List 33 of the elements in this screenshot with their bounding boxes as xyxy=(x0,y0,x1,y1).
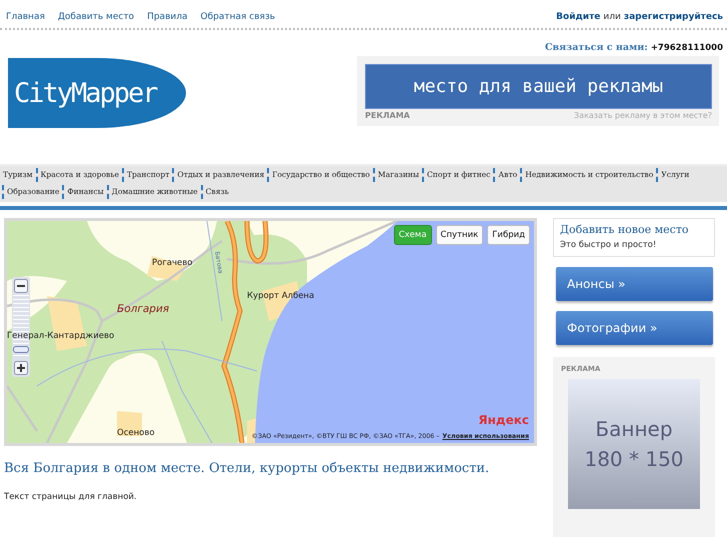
zoom-in-icon[interactable] xyxy=(14,361,28,375)
or-text: или xyxy=(603,12,621,22)
banner-text: 180 * 150 xyxy=(584,447,684,471)
zoom-slider-thumb[interactable] xyxy=(13,346,29,353)
place-label: Курорт Албена xyxy=(247,291,314,301)
add-place-subtitle: Это быстро и просто! xyxy=(560,240,658,250)
map-brand-logo: Яндекс xyxy=(478,413,529,427)
sidebar-button[interactable]: Фотографии » xyxy=(556,311,713,345)
add-place-title[interactable]: Добавить новое место xyxy=(560,223,708,236)
ad-label: РЕКЛАМА xyxy=(365,111,410,120)
nav-link[interactable]: Правила xyxy=(147,12,188,22)
place-label: Осеново xyxy=(117,428,155,438)
zoom-out-icon[interactable] xyxy=(14,279,28,293)
register-link[interactable]: зарегистрируйтесь xyxy=(624,12,723,22)
sidebar-button[interactable]: Анонсы » xyxy=(556,267,713,301)
nav-link[interactable]: Главная xyxy=(6,12,45,22)
place-label: Рогачево xyxy=(152,258,192,268)
map-mode-tab[interactable]: Гибрид xyxy=(487,225,530,245)
login-link[interactable]: Войдите xyxy=(556,12,600,22)
place-label: Генерал-Кантарджиево xyxy=(7,331,114,341)
add-place-card[interactable]: Добавить новое место Это быстро и просто! xyxy=(553,218,715,257)
phone-number: +79628111000 xyxy=(650,43,723,53)
nav-link[interactable]: Добавить место xyxy=(58,12,134,22)
page-text: Текст страницы для главной. xyxy=(4,492,138,502)
contact-label: Связаться с нами: xyxy=(544,42,648,53)
banner-text: Баннер xyxy=(595,417,673,441)
page-title: Вся Болгария в одном месте. Отели, курорты объекты недвижимости. xyxy=(4,461,490,476)
map-mode-tab[interactable]: Спутник xyxy=(436,225,484,245)
ad-banner[interactable]: место для вашей рекламы xyxy=(365,64,712,109)
logo[interactable]: CityMapper xyxy=(8,58,186,128)
region-label: Болгария xyxy=(117,303,170,315)
nav-link[interactable]: Обратная связь xyxy=(200,12,276,22)
ad-banner[interactable]: Баннер 180 * 150 xyxy=(568,379,700,509)
